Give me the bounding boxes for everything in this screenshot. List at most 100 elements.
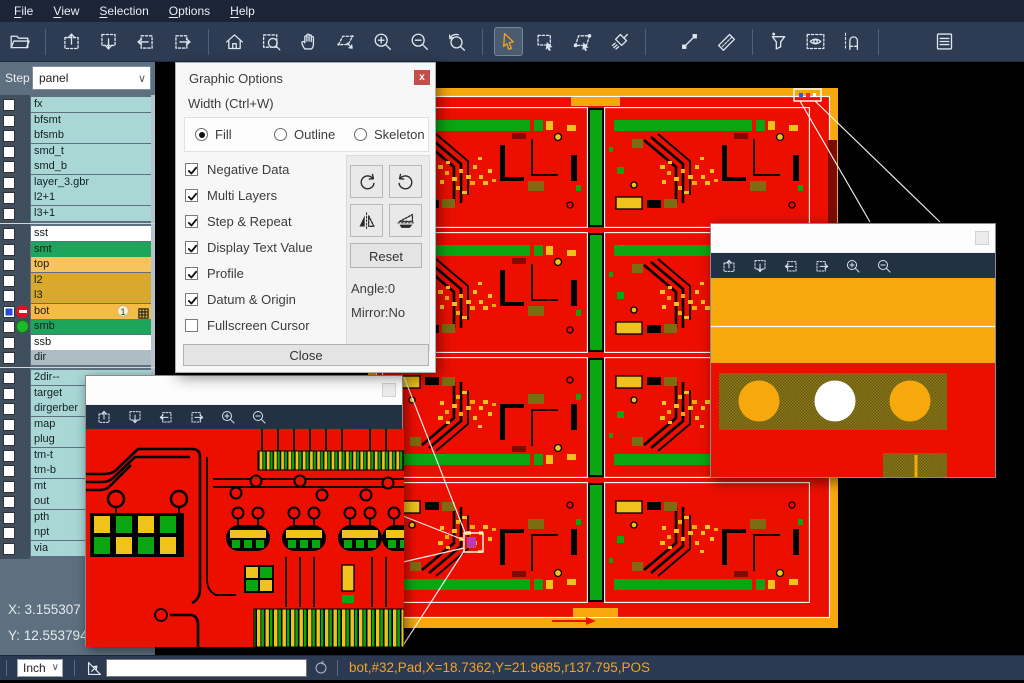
open-folder-icon[interactable] <box>6 28 33 55</box>
layer-checkbox[interactable] <box>3 352 15 364</box>
home-icon[interactable] <box>221 28 248 55</box>
layer-checkbox[interactable] <box>3 388 15 400</box>
layer-name[interactable]: dir <box>31 350 151 365</box>
layer-checkbox[interactable] <box>3 527 15 539</box>
zoom-in-icon[interactable] <box>219 408 237 426</box>
detail-window-titlebar[interactable] <box>86 376 402 405</box>
unit-dropdown[interactable]: Inch ∨ <box>17 659 63 677</box>
layer-name[interactable]: sst <box>31 226 151 241</box>
layer-checkbox[interactable] <box>3 146 15 158</box>
layer-row-l3+1[interactable]: l3+1 <box>0 206 155 221</box>
measure-ruler-icon[interactable] <box>713 28 740 55</box>
layer-name[interactable]: smd_b <box>31 159 151 174</box>
step-dropdown[interactable]: panel ∨ <box>32 66 151 90</box>
pan-left-icon[interactable] <box>157 408 175 426</box>
grid-icon[interactable] <box>138 306 149 317</box>
layer-row-layer_3.gbr[interactable]: layer_3.gbr <box>0 175 155 190</box>
reset-button[interactable]: Reset <box>350 243 422 268</box>
layer-checkbox[interactable] <box>3 512 15 524</box>
layer-row-l2[interactable]: l2 <box>0 273 155 288</box>
layer-name[interactable]: fx <box>31 97 151 112</box>
layer-checkbox[interactable] <box>3 228 15 240</box>
layer-checkbox[interactable] <box>3 419 15 431</box>
menu-item-options[interactable]: Options <box>159 0 220 22</box>
layer-row-smb[interactable]: smb <box>0 319 155 334</box>
radio-icon[interactable] <box>195 128 208 141</box>
checkbox-datum-origin[interactable]: Datum & Origin <box>185 292 296 307</box>
move-view-icon[interactable] <box>332 28 359 55</box>
layer-checkbox[interactable] <box>3 543 15 555</box>
checkbox-negative-data[interactable]: Negative Data <box>185 162 289 177</box>
command-input[interactable] <box>106 659 307 677</box>
rotate-ccw-button[interactable] <box>389 165 422 198</box>
pan-down-icon[interactable] <box>126 408 144 426</box>
zoom-in-icon[interactable] <box>369 28 396 55</box>
layer-checkbox[interactable] <box>3 177 15 189</box>
layer-checkbox[interactable] <box>3 208 15 220</box>
layer-name[interactable]: ssb <box>31 335 151 350</box>
radio-fill[interactable]: Fill <box>195 127 232 142</box>
layer-name[interactable]: bfsmt <box>31 113 151 128</box>
refresh-icon[interactable] <box>313 660 329 676</box>
layer-name[interactable]: smd_t <box>31 144 151 159</box>
layer-checkbox[interactable] <box>3 259 15 271</box>
radio-outline[interactable]: Outline <box>274 127 335 142</box>
checkbox-icon[interactable] <box>185 319 198 332</box>
pan-hand-icon[interactable] <box>295 28 322 55</box>
layer-checkbox[interactable] <box>3 130 15 142</box>
layer-checkbox[interactable] <box>3 481 15 493</box>
checkbox-step-repeat[interactable]: Step & Repeat <box>185 214 292 229</box>
checkbox-profile[interactable]: Profile <box>185 266 244 281</box>
snap-icon[interactable] <box>839 28 866 55</box>
magnifier-window-titlebar[interactable] <box>711 224 995 253</box>
filter-icon[interactable] <box>765 28 792 55</box>
menu-item-file[interactable]: File <box>4 0 43 22</box>
select-rect-icon[interactable] <box>532 28 559 55</box>
close-icon[interactable]: x <box>414 70 430 85</box>
layer-row-dir[interactable]: dir <box>0 350 155 365</box>
layer-checkbox[interactable] <box>3 275 15 287</box>
view-options-icon[interactable] <box>802 28 829 55</box>
layer-name[interactable]: smt <box>31 242 151 257</box>
layer-checkbox[interactable] <box>3 403 15 415</box>
pan-right-icon[interactable] <box>813 257 831 275</box>
pan-left-icon[interactable] <box>782 257 800 275</box>
pan-left-icon[interactable] <box>132 28 159 55</box>
checkbox-icon[interactable] <box>185 241 198 254</box>
layer-checkbox[interactable] <box>3 465 15 477</box>
layer-checkbox[interactable] <box>3 192 15 204</box>
layer-row-fx[interactable]: fx <box>0 97 155 112</box>
checkbox-display-text-value[interactable]: Display Text Value <box>185 240 313 255</box>
layer-checkbox[interactable] <box>3 434 15 446</box>
layer-checkbox[interactable] <box>3 496 15 508</box>
layer-row-bfsmt[interactable]: bfsmt <box>0 113 155 128</box>
rotate-cw-button[interactable] <box>350 165 383 198</box>
menu-item-selection[interactable]: Selection <box>89 0 158 22</box>
measure-line-icon[interactable] <box>676 28 703 55</box>
select-cursor-icon[interactable] <box>495 28 522 55</box>
magnifier-zoom-view[interactable] <box>711 278 995 477</box>
zoom-window-icon[interactable] <box>258 28 285 55</box>
layer-checkbox[interactable] <box>3 321 15 333</box>
zoom-out-icon[interactable] <box>875 257 893 275</box>
radio-icon[interactable] <box>274 128 287 141</box>
clean-brush-icon[interactable] <box>606 28 633 55</box>
menu-item-help[interactable]: Help <box>220 0 265 22</box>
layer-checkbox[interactable] <box>3 115 15 127</box>
layer-row-bfsmb[interactable]: bfsmb <box>0 128 155 143</box>
layer-row-l3[interactable]: l3 <box>0 288 155 303</box>
layer-row-l2+1[interactable]: l2+1 <box>0 190 155 205</box>
checkbox-icon[interactable] <box>185 293 198 306</box>
layer-name[interactable]: smb <box>31 319 151 334</box>
menu-item-view[interactable]: View <box>43 0 89 22</box>
snap-corner-icon[interactable] <box>85 659 104 678</box>
pan-up-icon[interactable] <box>720 257 738 275</box>
zoom-out-icon[interactable] <box>250 408 268 426</box>
radio-skeleton[interactable]: Skeleton <box>354 127 425 142</box>
layer-checkbox[interactable] <box>3 161 15 173</box>
layer-checkbox[interactable] <box>3 290 15 302</box>
checkbox-icon[interactable] <box>185 163 198 176</box>
pan-up-icon[interactable] <box>95 408 113 426</box>
layers-panel-icon[interactable] <box>931 28 958 55</box>
zoom-previous-icon[interactable] <box>443 28 470 55</box>
